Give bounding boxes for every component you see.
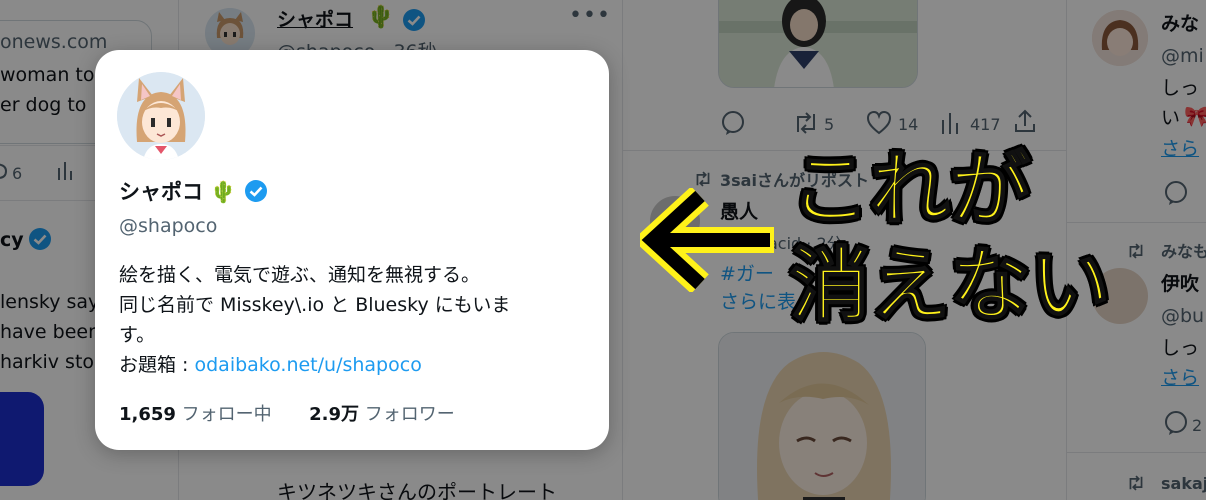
left-arrow-icon: [640, 188, 774, 292]
bio-line: 同じ名前で Misskey\.io と Bluesky にもいま: [119, 294, 511, 316]
bio-link-prefix: お題箱 :: [119, 354, 195, 376]
cactus-emoji: 🌵: [210, 180, 237, 204]
following-label: フォロー中: [181, 404, 272, 425]
followers-link[interactable]: 2.9万 フォロワー: [309, 404, 455, 425]
cat-girl-avatar-image: [117, 72, 205, 160]
profile-display-name[interactable]: シャポコ 🌵: [119, 178, 268, 206]
followers-count: 2.9万: [309, 404, 360, 425]
verified-badge-icon: [244, 180, 267, 202]
bio-line: お題箱 : odaibako.net/u/shapoco: [119, 350, 579, 380]
caption-line-2: 消えない: [789, 239, 1111, 332]
profile-handle[interactable]: @shapoco: [119, 215, 217, 237]
profile-name-text[interactable]: シャポコ: [119, 180, 203, 204]
bio-line: す。: [119, 324, 156, 346]
followers-label: フォロワー: [364, 404, 455, 425]
profile-avatar[interactable]: [117, 72, 205, 160]
profile-bio: 絵を描く、電気で遊ぶ、通知を無視する。 同じ名前で Misskey\.io と …: [119, 260, 579, 380]
profile-hover-card[interactable]: シャポコ 🌵 @shapoco 絵を描く、電気で遊ぶ、通知を無視する。 同じ名前…: [95, 50, 609, 450]
bio-link[interactable]: odaibako.net/u/shapoco: [194, 354, 421, 376]
profile-stats: 1,659 フォロー中 2.9万 フォロワー: [119, 400, 455, 426]
following-link[interactable]: 1,659 フォロー中: [119, 404, 272, 425]
bio-line: 絵を描く、電気で遊ぶ、通知を無視する。: [119, 264, 481, 286]
following-count: 1,659: [119, 404, 176, 425]
caption-line-1: これが: [789, 143, 1031, 236]
